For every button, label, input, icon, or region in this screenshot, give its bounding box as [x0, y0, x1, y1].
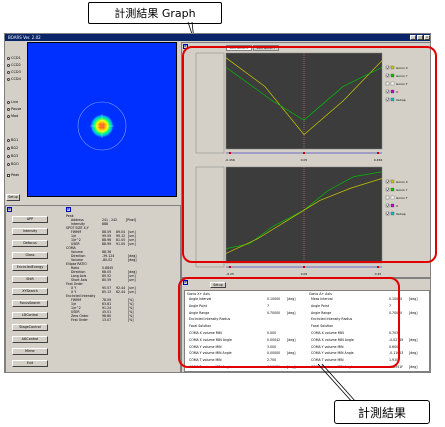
results-callout-text: 計測結果 [357, 406, 406, 420]
radio-dot-icon [7, 107, 10, 111]
radio-dot-icon [7, 100, 10, 104]
title-bar: BOARS Ver. 2.02 _ □ × [5, 34, 430, 41]
camera-radio-group: CCD1 CCD2 CCD3 CCD4 Live Pause Mod BG1 B… [5, 42, 27, 232]
radio-mod[interactable]: Mod [7, 114, 25, 119]
graph-highlight [182, 46, 437, 263]
left-button-encircledenergy[interactable]: EncircledEnergy [12, 264, 48, 271]
radio-dot-icon [7, 154, 10, 158]
intensity-value: 888 [102, 222, 109, 226]
param-unit: [deg] [128, 258, 137, 262]
minimize-button[interactable]: _ [410, 35, 416, 40]
param-value: 13.07 [102, 318, 112, 322]
panel-pin-icon[interactable]: P [7, 207, 12, 212]
result-unit: [deg] [409, 297, 418, 301]
param-value-2: 91.00 [116, 242, 126, 246]
radio-ccd1[interactable]: CCD1 [7, 56, 25, 61]
left-button-defocus[interactable]: Defocus [12, 240, 48, 247]
left-button-glass[interactable]: Glass [12, 252, 48, 259]
radio-label: CCD1 [11, 56, 21, 60]
left-button-focussearch[interactable]: FocusSearch [12, 300, 48, 307]
left-button-xysearch[interactable]: XYSearch [12, 288, 48, 295]
param-label: First Order [71, 318, 88, 322]
graph-callout: 計測結果 Graph [88, 2, 222, 24]
checkbox-icon [7, 173, 10, 177]
close-button[interactable]: × [424, 35, 430, 40]
radio-ccd4[interactable]: CCD4 [7, 77, 25, 82]
radio-dot-icon [7, 63, 10, 67]
radio-ccd2[interactable]: CCD2 [7, 63, 25, 68]
radio-label: BG2 [11, 146, 19, 150]
radio-label: BGO [11, 162, 19, 166]
param-unit: [um] [128, 242, 136, 246]
checkbox-label: Peak [11, 173, 20, 177]
radio-dot-icon [7, 77, 10, 81]
address-unit: [Pixel] [126, 218, 136, 222]
radio-dot-icon [7, 70, 10, 74]
radio-dot-icon [7, 162, 10, 166]
param-value: -80.02 [102, 258, 113, 262]
param-value: 80.59 [102, 278, 112, 282]
radio-live[interactable]: Live [7, 100, 25, 105]
radio-label: CCD4 [11, 77, 21, 81]
result-unit: [deg] [409, 351, 418, 356]
param-unit: [um] [128, 278, 136, 282]
left-button-exit[interactable]: Exit [12, 360, 48, 367]
radio-dot-icon [7, 138, 10, 142]
x-tick-label: -0.25 [226, 272, 234, 276]
radio-bg2[interactable]: BG2 [7, 146, 25, 151]
radio-bg3[interactable]: BG3 [7, 154, 25, 159]
radio-label: CCD2 [11, 63, 21, 67]
window-title: BOARS Ver. 2.02 [8, 35, 41, 40]
radio-dot-icon [7, 56, 10, 60]
setup-button[interactable]: Setup [6, 194, 20, 201]
radio-label: Live [11, 100, 19, 104]
left-button-stagecontrol[interactable]: StageControl [12, 324, 48, 331]
x-tick-label: 0.25 [375, 272, 382, 276]
param-value: 88.99 [102, 242, 112, 246]
parameter-readout: Peak Address 241 , 242 [Pixel] Intensity… [62, 214, 180, 372]
result-unit: [deg] [409, 365, 418, 369]
param-unit: [%] [128, 318, 134, 322]
left-button-shift[interactable]: Shift [12, 276, 48, 283]
left-button-ldcontrol[interactable]: LDControl [12, 312, 48, 319]
radio-label: Pause [11, 107, 22, 111]
x-tick-marker [229, 266, 231, 268]
radio-label: Mod [11, 114, 19, 118]
left-button-mirror[interactable]: Mirror [12, 348, 48, 355]
beam-image [27, 42, 177, 197]
result-unit: [deg] [409, 310, 418, 315]
x-tick-label: 0.05 [301, 272, 308, 276]
results-callout: 計測結果 [334, 400, 430, 424]
radio-dot-icon [7, 146, 10, 150]
radio-label: BG1 [11, 138, 19, 142]
result-unit: [deg] [409, 337, 418, 342]
beam-profile-svg [77, 101, 127, 151]
params-pin-icon[interactable]: P [66, 207, 71, 212]
param-unit: [um] [128, 290, 136, 294]
radio-dot-icon [7, 114, 10, 118]
radio-bg1[interactable]: BG1 [7, 138, 25, 143]
left-button-attcontrol[interactable]: AttControl [12, 336, 48, 343]
x-tick-marker [377, 266, 379, 268]
radio-label: BG3 [11, 154, 19, 158]
left-button-app[interactable]: APP [12, 216, 48, 223]
maximize-button[interactable]: □ [417, 35, 423, 40]
radio-label: CCD3 [11, 70, 21, 74]
checkbox-peak[interactable]: Peak [7, 173, 25, 178]
results-highlight [178, 277, 400, 368]
radio-pause[interactable]: Pause [7, 107, 25, 112]
left-button-intensity[interactable]: Intensity [12, 228, 48, 235]
param-value: 65.13 [102, 290, 112, 294]
radio-ccd3[interactable]: CCD3 [7, 70, 25, 75]
control-panel: P P APP Intensity Defocus Glass EncircledEne… [5, 205, 181, 373]
radio-bgo[interactable]: BGO [7, 162, 25, 167]
param-value-2: 62.44 [116, 290, 126, 294]
x-tick-marker [303, 266, 305, 268]
